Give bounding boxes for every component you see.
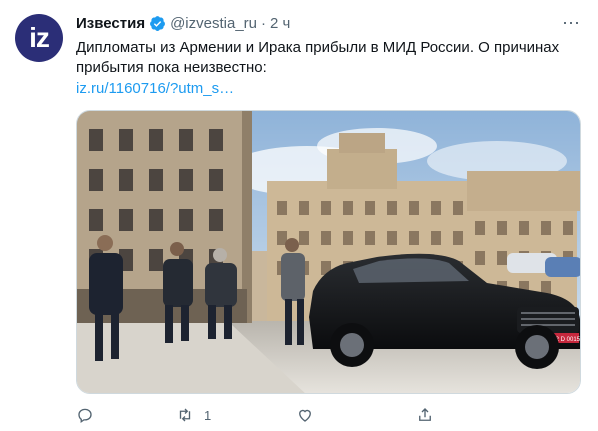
like-button[interactable] [296,406,416,424]
more-options-icon[interactable]: ⋯ [560,12,582,34]
reply-button[interactable] [76,406,176,424]
reply-icon [78,408,92,424]
tweet[interactable]: iz Известия @izvestia_ru · 2 ч ⋯ Диплома… [0,0,598,431]
like-heart-icon [299,409,311,422]
author-handle[interactable]: @izvestia_ru [170,15,257,32]
street-photo-illustration: 002 D 0015 [77,111,580,393]
tweet-actions: 1 [76,404,506,426]
tweet-media-photo[interactable]: 002 D 0015 [76,110,581,394]
tweet-timestamp[interactable]: 2 ч [270,15,290,32]
tweet-header: Известия @izvestia_ru · 2 ч [76,13,290,33]
header-separator: · [261,14,267,32]
tweet-text: Дипломаты из Армении и Ирака прибыли в М… [76,39,560,76]
retweet-button[interactable]: 1 [176,406,296,424]
verified-badge-icon [150,15,166,31]
retweet-icon [179,408,191,422]
avatar[interactable]: iz [15,14,63,62]
avatar-logo-text: iz [29,22,50,53]
tweet-link[interactable]: iz.ru/1160716/?utm_s… [76,79,234,99]
retweet-count: 1 [204,407,212,423]
share-icon [419,408,431,421]
share-button[interactable] [416,406,456,424]
author-name[interactable]: Известия [76,15,145,32]
